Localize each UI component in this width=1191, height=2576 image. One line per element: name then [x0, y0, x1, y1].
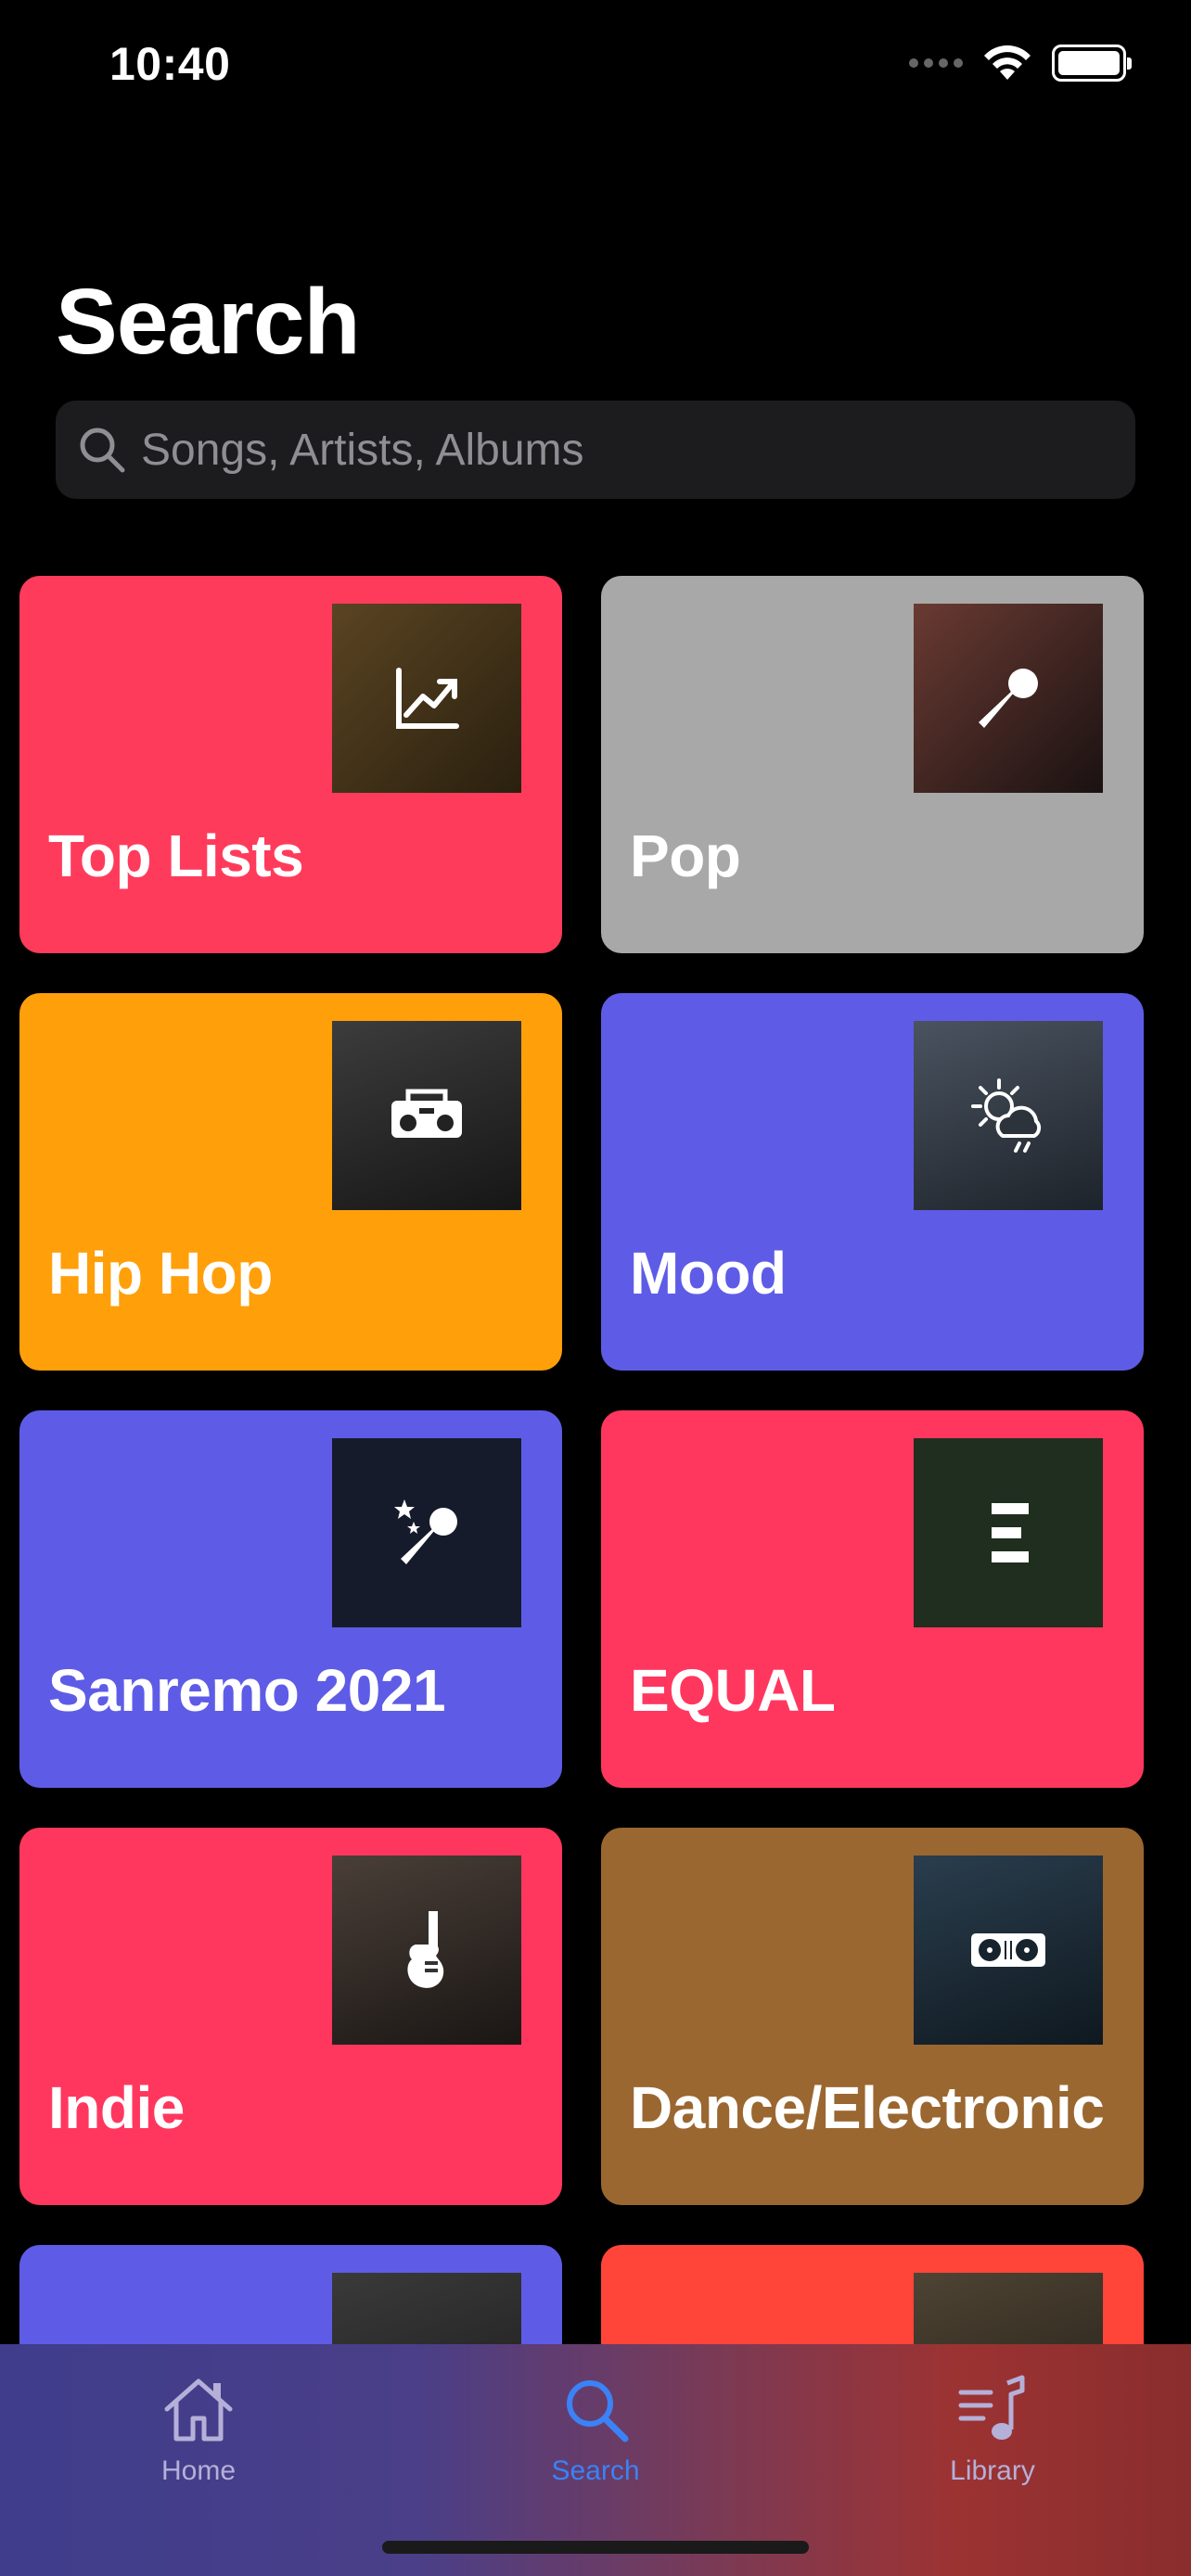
category-label: Hip Hop — [48, 1240, 273, 1307]
category-artwork — [914, 1438, 1103, 1627]
category-label: Sanremo 2021 — [48, 1657, 446, 1724]
weather-icon — [971, 1078, 1042, 1153]
boombox-icon — [391, 1089, 462, 1138]
category-tile-pop[interactable]: Pop — [601, 576, 1144, 953]
category-tile-top-lists[interactable]: Top Lists — [19, 576, 562, 953]
search-input[interactable] — [141, 424, 1069, 476]
category-artwork — [914, 1855, 1103, 2045]
category-tile-equal[interactable]: EQUAL — [601, 1410, 1144, 1788]
microphone-icon — [979, 669, 1038, 728]
search-icon — [567, 2380, 629, 2442]
category-artwork — [332, 1438, 521, 1627]
category-artwork — [914, 604, 1103, 793]
category-artwork — [332, 604, 521, 793]
status-bar: 10:40 — [0, 0, 1191, 130]
status-icons — [909, 45, 1132, 82]
wifi-icon — [984, 45, 1031, 80]
home-icon — [164, 2378, 233, 2442]
tab-bar: Home Search Library — [0, 2344, 1191, 2576]
battery-icon — [1052, 45, 1132, 82]
category-tile-hip-hop[interactable]: Hip Hop — [19, 993, 562, 1371]
search-field[interactable] — [56, 401, 1135, 499]
library-icon — [958, 2375, 1025, 2440]
tab-label: Search — [551, 2455, 640, 2486]
tab-label: Home — [160, 2455, 237, 2486]
tab-library[interactable]: Library — [881, 2370, 1104, 2509]
category-label: Indie — [48, 2074, 185, 2141]
category-artwork — [332, 1855, 521, 2045]
status-time: 10:40 — [109, 38, 231, 90]
category-label: EQUAL — [630, 1657, 836, 1724]
category-label: Top Lists — [48, 823, 304, 889]
search-icon — [80, 427, 125, 473]
category-tile-indie[interactable]: Indie — [19, 1828, 562, 2205]
category-artwork — [914, 1021, 1103, 1210]
equal-logo-icon — [992, 1503, 1029, 1562]
category-artwork — [332, 1021, 521, 1210]
category-label: Dance/Electronic — [630, 2074, 1105, 2141]
cellular-signal-icon — [909, 58, 963, 68]
category-label: Pop — [630, 823, 741, 889]
tab-label: Library — [950, 2455, 1035, 2486]
star-microphone-icon — [394, 1499, 457, 1564]
tab-home[interactable]: Home — [87, 2370, 310, 2509]
guitar-icon — [407, 1911, 444, 1988]
chart-icon — [396, 668, 459, 729]
turntable-icon — [971, 1933, 1045, 1967]
page-title: Search — [56, 270, 361, 374]
home-indicator — [382, 2541, 809, 2554]
category-label: Mood — [630, 1240, 787, 1307]
tab-search[interactable]: Search — [484, 2370, 707, 2509]
category-tile-dance-electronic[interactable]: Dance/Electronic — [601, 1828, 1144, 2205]
category-tile-sanremo-2021[interactable]: Sanremo 2021 — [19, 1410, 562, 1788]
category-tile-mood[interactable]: Mood — [601, 993, 1144, 1371]
